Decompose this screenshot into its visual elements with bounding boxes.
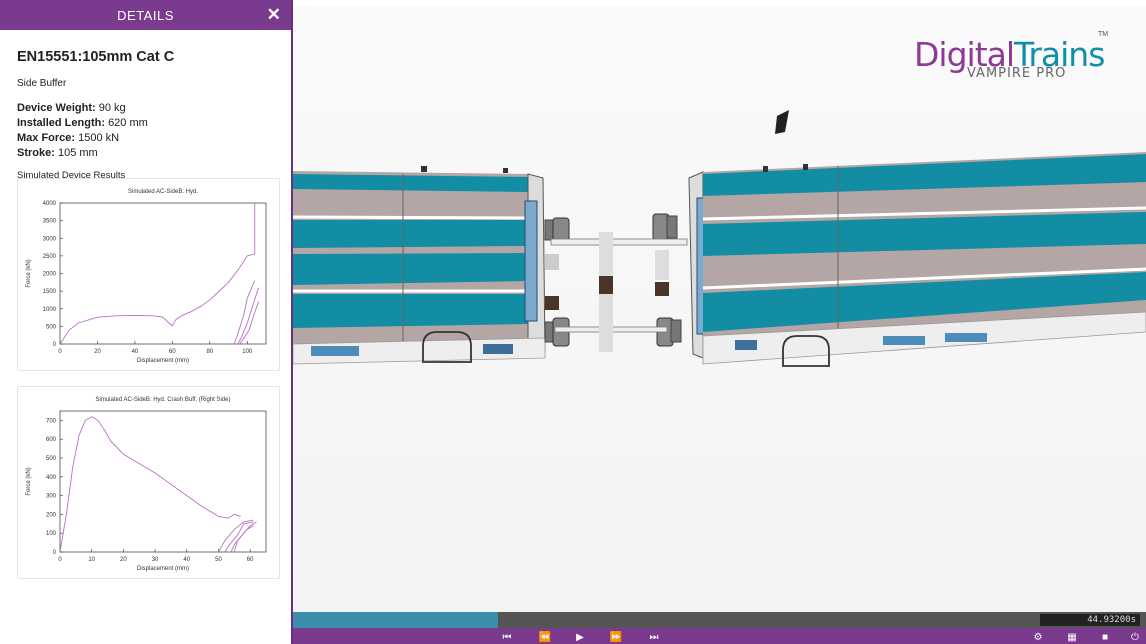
playback-controls: ⏮ ⏪ ▶ ⏩ ⏭ ⚙ ▦ ■ ⏻ <box>293 628 1146 644</box>
y-tick-label: 300 <box>46 494 57 500</box>
chart-hyd: Simulated AC-SideB. Hyd.0 20 40 60 80 1000500… <box>26 189 267 364</box>
series-line <box>59 253 255 345</box>
device-title: EN15551:105mm Cat C <box>17 49 175 65</box>
x-tick-label: 30 <box>152 557 159 563</box>
x-tick-label: 40 <box>183 557 190 563</box>
x-tick-label: 60 <box>247 557 254 563</box>
x-tick-label: 0 <box>58 557 62 563</box>
right-railcar[interactable] <box>688 152 1146 367</box>
y-tick-label: 0 <box>53 550 57 556</box>
property-value: 90 kg <box>98 102 126 114</box>
x-tick-label: 20 <box>94 349 101 355</box>
details-title: DETAILS <box>117 7 174 23</box>
3d-viewport[interactable]: DigitalTrains TM VAMPIRE PRO <box>293 6 1146 612</box>
property-value: 105 mm <box>57 147 98 159</box>
fast-forward-icon[interactable]: ⏩ <box>609 631 623 644</box>
property-label: Stroke: <box>17 147 55 159</box>
y-tick-label: 2500 <box>43 254 57 260</box>
chart-title: Simulated AC-SideB. Hyd. <box>128 189 198 195</box>
device-properties: Device Weight: 90 kg Installed Length: 6… <box>17 101 274 161</box>
y-tick-label: 400 <box>46 475 57 481</box>
logo-trademark: TM <box>1098 31 1109 38</box>
x-tick-label: 50 <box>215 557 222 563</box>
left-railcar[interactable] <box>293 166 546 365</box>
train-scene <box>293 6 1146 612</box>
property-row: Installed Length: 620 mm <box>17 116 274 131</box>
y-tick-label: 500 <box>46 456 57 462</box>
property-label: Device Weight: <box>17 102 96 114</box>
property-row: Stroke: 105 mm <box>17 146 274 161</box>
x-tick-label: 40 <box>132 349 139 355</box>
y-tick-label: 4000 <box>43 201 57 207</box>
x-axis-label: Displacement (mm) <box>137 358 189 364</box>
chart-card-hyd: Simulated AC-SideB. Hyd. 0 20 40 60 80 100 0 500… <box>17 178 280 371</box>
series-line <box>239 301 259 345</box>
chart-card-crash: Simulated AC-SideB. Hyd. Crash Buff. (Ri… <box>17 386 280 579</box>
y-tick-label: 500 <box>46 324 57 330</box>
logo-subtitle: VAMPIRE PRO <box>967 66 1067 81</box>
y-tick-label: 600 <box>46 437 57 443</box>
y-tick-label: 2000 <box>43 272 57 278</box>
details-header: DETAILS ✕ <box>0 0 291 30</box>
y-tick-label: 0 <box>53 342 57 348</box>
device-type: Side Buffer <box>17 78 67 89</box>
y-tick-label: 100 <box>46 531 57 537</box>
timeline-progress[interactable]: 44.93200s <box>293 612 1146 628</box>
x-tick-label: 10 <box>88 557 95 563</box>
power-icon[interactable]: ⏻ <box>1128 631 1142 644</box>
x-tick-label: 20 <box>120 557 127 563</box>
chart-crash-buffer: Simulated AC-SideB. Hyd. Crash Buff. (Ri… <box>26 397 267 572</box>
series-line <box>233 280 256 345</box>
property-value: 620 mm <box>108 117 148 129</box>
x-tick-label: 60 <box>169 349 176 355</box>
y-tick-label: 3500 <box>43 219 57 225</box>
skip-to-start-icon[interactable]: ⏮ <box>500 631 514 644</box>
property-row: Device Weight: 90 kg <box>17 101 274 116</box>
table-icon[interactable]: ▦ <box>1065 631 1079 644</box>
x-tick-label: 100 <box>242 349 253 355</box>
timeline-fill <box>293 612 498 628</box>
y-axis-label: Force (kN) <box>26 259 32 287</box>
x-axis-label: Displacement (mm) <box>137 566 189 572</box>
details-panel: DETAILS ✕ EN15551:105mm Cat C Side Buffe… <box>0 0 293 644</box>
plot-frame <box>59 410 267 553</box>
property-row: Max Force: 1500 kN <box>17 131 274 146</box>
x-tick-label: 80 <box>206 349 213 355</box>
series-line <box>59 416 241 553</box>
app-window: DETAILS ✕ EN15551:105mm Cat C Side Buffe… <box>0 0 1146 644</box>
skip-to-end-icon[interactable]: ⏭ <box>647 631 661 644</box>
y-tick-label: 1500 <box>43 289 57 295</box>
y-axis-label: Force (kN) <box>26 467 32 495</box>
play-icon[interactable]: ▶ <box>573 631 587 644</box>
y-tick-label: 700 <box>46 418 57 424</box>
rewind-icon[interactable]: ⏪ <box>538 631 552 644</box>
property-label: Installed Length: <box>17 117 105 129</box>
camera-icon[interactable]: ■ <box>1098 631 1112 644</box>
x-tick-label: 0 <box>58 349 62 355</box>
y-tick-label: 200 <box>46 512 57 518</box>
property-value: 1500 kN <box>78 132 120 144</box>
property-label: Max Force: <box>17 132 76 144</box>
chart-title: Simulated AC-SideB. Hyd. Crash Buff. (Ri… <box>96 397 231 403</box>
y-tick-label: 1000 <box>43 307 57 313</box>
close-icon[interactable]: ✕ <box>265 6 283 24</box>
time-readout: 44.93200s <box>1040 614 1140 626</box>
digitaltrains-logo: DigitalTrains TM VAMPIRE PRO <box>914 31 1108 85</box>
y-tick-label: 3000 <box>43 236 57 242</box>
settings-icon[interactable]: ⚙ <box>1031 631 1045 644</box>
